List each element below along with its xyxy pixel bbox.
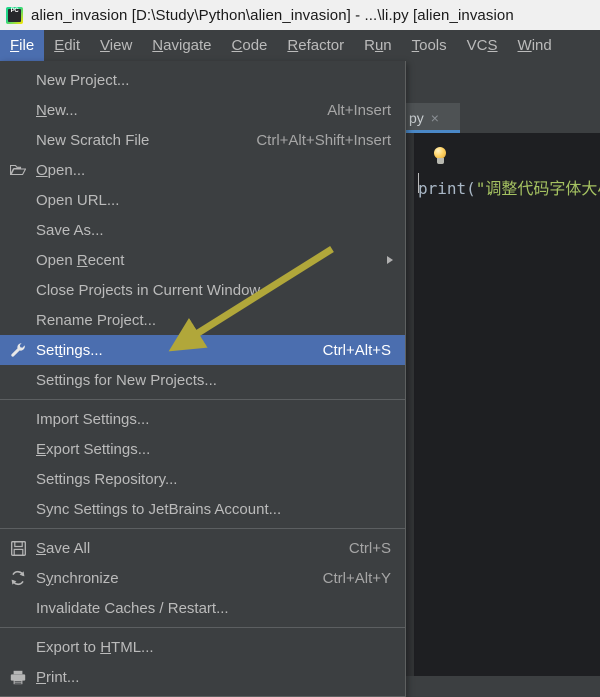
menu-item-sync-settings-to-jetbrains-account[interactable]: Sync Settings to JetBrains Account... bbox=[0, 494, 405, 524]
menu-item-open-recent[interactable]: Open Recent bbox=[0, 245, 405, 275]
menu-separator bbox=[0, 399, 405, 400]
menu-item-open-url[interactable]: Open URL... bbox=[0, 185, 405, 215]
menubar-item-file[interactable]: File bbox=[0, 30, 44, 61]
menubar-item-tools[interactable]: Tools bbox=[402, 30, 457, 61]
menubar-item-vcs[interactable]: VCS bbox=[457, 30, 508, 61]
menu-separator bbox=[0, 627, 405, 628]
editor-text-area[interactable]: print("调整代码字体大小 bbox=[405, 133, 600, 676]
refresh-icon bbox=[8, 563, 28, 593]
menu-item-label: Rename Project... bbox=[36, 312, 156, 329]
menu-item-export-settings[interactable]: Export Settings... bbox=[0, 434, 405, 464]
menu-item-save-as[interactable]: Save As... bbox=[0, 215, 405, 245]
menu-item-label: Open URL... bbox=[36, 192, 119, 209]
menu-item-label: New Scratch File bbox=[36, 132, 149, 149]
menu-item-label: Open Recent bbox=[36, 252, 124, 269]
menu-item-invalidate-caches-restart[interactable]: Invalidate Caches / Restart... bbox=[0, 593, 405, 623]
menu-item-shortcut: Ctrl+S bbox=[349, 540, 391, 557]
menu-item-label: Settings for New Projects... bbox=[36, 372, 217, 389]
menubar-item-view[interactable]: View bbox=[90, 30, 142, 61]
menu-item-shortcut: Ctrl+Alt+Y bbox=[323, 570, 391, 587]
printer-icon bbox=[8, 662, 28, 692]
menubar-item-label: Refactor bbox=[287, 37, 344, 54]
menu-item-label: Save All bbox=[36, 540, 90, 557]
menu-item-settings-for-new-projects[interactable]: Settings for New Projects... bbox=[0, 365, 405, 395]
menu-item-new-scratch-file[interactable]: New Scratch File Ctrl+Alt+Shift+Insert bbox=[0, 125, 405, 155]
menu-item-label: Close Projects in Current Window bbox=[36, 282, 260, 299]
menu-item-label: Sync Settings to JetBrains Account... bbox=[36, 501, 281, 518]
menu-item-label: Settings Repository... bbox=[36, 471, 177, 488]
menubar-item-label: VCS bbox=[467, 37, 498, 54]
menubar-item-label: Tools bbox=[412, 37, 447, 54]
menu-item-label: Print... bbox=[36, 669, 79, 686]
save-icon bbox=[8, 533, 28, 563]
menubar-item-wind[interactable]: Wind bbox=[508, 30, 562, 61]
menu-item-label: New... bbox=[36, 102, 78, 119]
menu-item-import-settings[interactable]: Import Settings... bbox=[0, 404, 405, 434]
menu-item-shortcut: Alt+Insert bbox=[327, 102, 391, 119]
menu-item-rename-project[interactable]: Rename Project... bbox=[0, 305, 405, 335]
menubar-item-label: Wind bbox=[518, 37, 552, 54]
menu-item-save-all[interactable]: Save All Ctrl+S bbox=[0, 533, 405, 563]
menu-item-new-project[interactable]: New Project... bbox=[0, 65, 405, 95]
menubar-item-label: Code bbox=[232, 37, 268, 54]
editor-gutter bbox=[405, 133, 414, 676]
menu-item-shortcut: Ctrl+Alt+S bbox=[323, 342, 391, 359]
menubar-item-label: View bbox=[100, 37, 132, 54]
menu-item-open[interactable]: Open... bbox=[0, 155, 405, 185]
menubar-item-label: Navigate bbox=[152, 37, 211, 54]
menu-item-label: Settings... bbox=[36, 342, 103, 359]
menu-item-label: New Project... bbox=[36, 72, 129, 89]
menubar-item-label: Edit bbox=[54, 37, 80, 54]
pycharm-icon bbox=[6, 7, 23, 24]
menubar-item-code[interactable]: Code bbox=[222, 30, 278, 61]
editor-tabbar: py × bbox=[405, 103, 600, 133]
menubar-item-navigate[interactable]: Navigate bbox=[142, 30, 221, 61]
menu-item-print[interactable]: Print... bbox=[0, 662, 405, 692]
editor-tab-py[interactable]: py × bbox=[405, 103, 460, 133]
menu-item-new[interactable]: New... Alt+Insert bbox=[0, 95, 405, 125]
menu-item-label: Open... bbox=[36, 162, 85, 179]
menu-item-settings-repository[interactable]: Settings Repository... bbox=[0, 464, 405, 494]
menubar-item-label: File bbox=[10, 37, 34, 54]
folder-icon bbox=[8, 155, 28, 185]
menu-item-settings[interactable]: Settings... Ctrl+Alt+S bbox=[0, 335, 405, 365]
menu-item-label: Export to HTML... bbox=[36, 639, 154, 656]
menubar-item-run[interactable]: Run bbox=[354, 30, 402, 61]
file-menu-popup: New Project... New... Alt+Insert New Scratc… bbox=[0, 61, 406, 697]
menu-item-label: Import Settings... bbox=[36, 411, 149, 428]
close-icon[interactable]: × bbox=[431, 111, 439, 125]
menu-item-close-projects-in-current-window[interactable]: Close Projects in Current Window bbox=[0, 275, 405, 305]
menubar-item-refactor[interactable]: Refactor bbox=[277, 30, 354, 61]
menu-item-label: Invalidate Caches / Restart... bbox=[36, 600, 229, 617]
wrench-icon bbox=[8, 335, 28, 365]
menu-separator bbox=[0, 528, 405, 529]
editor-tab-label: py bbox=[409, 110, 424, 126]
chevron-right-icon bbox=[387, 256, 393, 264]
code-line: print("调整代码字体大小 bbox=[418, 175, 600, 199]
menubar: File Edit View Navigate Code Refactor Run Tools… bbox=[0, 30, 600, 61]
menu-item-label: Synchronize bbox=[36, 570, 119, 587]
menu-item-shortcut: Ctrl+Alt+Shift+Insert bbox=[256, 132, 391, 149]
window-title: alien_invasion [D:\Study\Python\alien_in… bbox=[31, 7, 514, 24]
menubar-item-edit[interactable]: Edit bbox=[44, 30, 90, 61]
menubar-item-label: Run bbox=[364, 37, 392, 54]
window-titlebar: alien_invasion [D:\Study\Python\alien_in… bbox=[0, 0, 600, 30]
menu-item-export-to-html[interactable]: Export to HTML... bbox=[0, 632, 405, 662]
menu-item-label: Save As... bbox=[36, 222, 104, 239]
menu-item-synchronize[interactable]: Synchronize Ctrl+Alt+Y bbox=[0, 563, 405, 593]
menu-item-label: Export Settings... bbox=[36, 441, 150, 458]
lightbulb-icon[interactable] bbox=[432, 147, 448, 167]
